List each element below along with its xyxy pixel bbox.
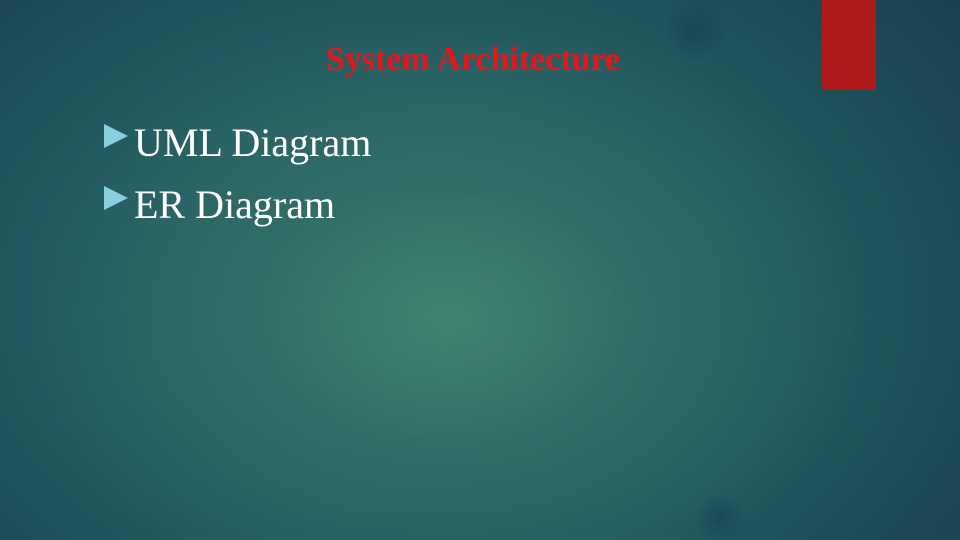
bullet-list: UML Diagram ER Diagram	[104, 112, 371, 236]
slide-title: System Architecture	[325, 41, 621, 78]
slide: System Architecture UML Diagram ER Diagr…	[0, 0, 960, 540]
arrow-right-icon	[104, 124, 128, 148]
bullet-label: ER Diagram	[134, 182, 336, 227]
bullet-item-uml: UML Diagram	[104, 112, 371, 174]
background-glow	[690, 495, 750, 540]
bullet-item-er: ER Diagram	[104, 174, 371, 236]
arrow-right-icon	[104, 186, 128, 210]
bullet-label: UML Diagram	[134, 120, 372, 165]
